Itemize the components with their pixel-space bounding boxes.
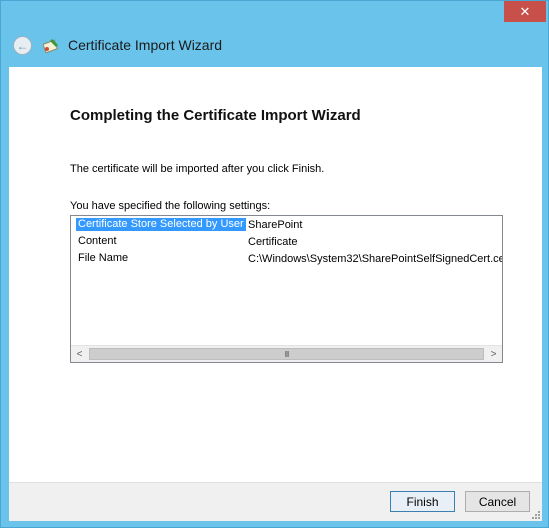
settings-label: You have specified the following setting… <box>70 200 271 212</box>
scroll-thumb[interactable]: III <box>89 348 484 360</box>
setting-value: SharePoint <box>248 219 303 231</box>
back-button[interactable]: ← <box>13 36 32 55</box>
wizard-content: Completing the Certificate Import Wizard… <box>9 67 542 482</box>
chevron-right-icon: > <box>490 348 497 360</box>
setting-key: Certificate Store Selected by User <box>76 218 246 231</box>
finish-button[interactable]: Finish <box>390 491 455 512</box>
grip-icon: III <box>284 349 290 359</box>
back-arrow-icon: ← <box>16 38 29 53</box>
list-item[interactable]: File Name C:\Windows\System32\SharePoint… <box>71 251 502 268</box>
wizard-window: ✕ ← Certificate Import Wizard Completing… <box>0 0 549 528</box>
close-icon: ✕ <box>519 3 531 19</box>
resize-grip-icon[interactable] <box>530 509 540 519</box>
certificate-wizard-icon <box>43 39 58 53</box>
settings-list[interactable]: Certificate Store Selected by User Share… <box>70 215 503 363</box>
window-title: Certificate Import Wizard <box>68 37 223 53</box>
chevron-left-icon: < <box>76 348 83 360</box>
list-item[interactable]: Certificate Store Selected by User Share… <box>71 217 502 234</box>
button-bar: Finish Cancel <box>9 482 542 521</box>
cancel-button[interactable]: Cancel <box>465 491 530 512</box>
setting-key: Content <box>78 235 117 247</box>
title-bar: ← Certificate Import Wizard <box>1 25 549 67</box>
scroll-left-button[interactable]: < <box>71 346 88 362</box>
page-heading: Completing the Certificate Import Wizard <box>70 107 361 124</box>
scroll-right-button[interactable]: > <box>485 346 502 362</box>
setting-key: File Name <box>78 252 129 264</box>
setting-value: Certificate <box>248 236 298 248</box>
horizontal-scrollbar[interactable]: < III > <box>71 345 502 362</box>
list-item[interactable]: Content Certificate <box>71 234 502 251</box>
page-description: The certificate will be imported after y… <box>70 163 325 175</box>
setting-value: C:\Windows\System32\SharePointSelfSigned… <box>248 253 503 265</box>
close-button[interactable]: ✕ <box>504 1 546 22</box>
